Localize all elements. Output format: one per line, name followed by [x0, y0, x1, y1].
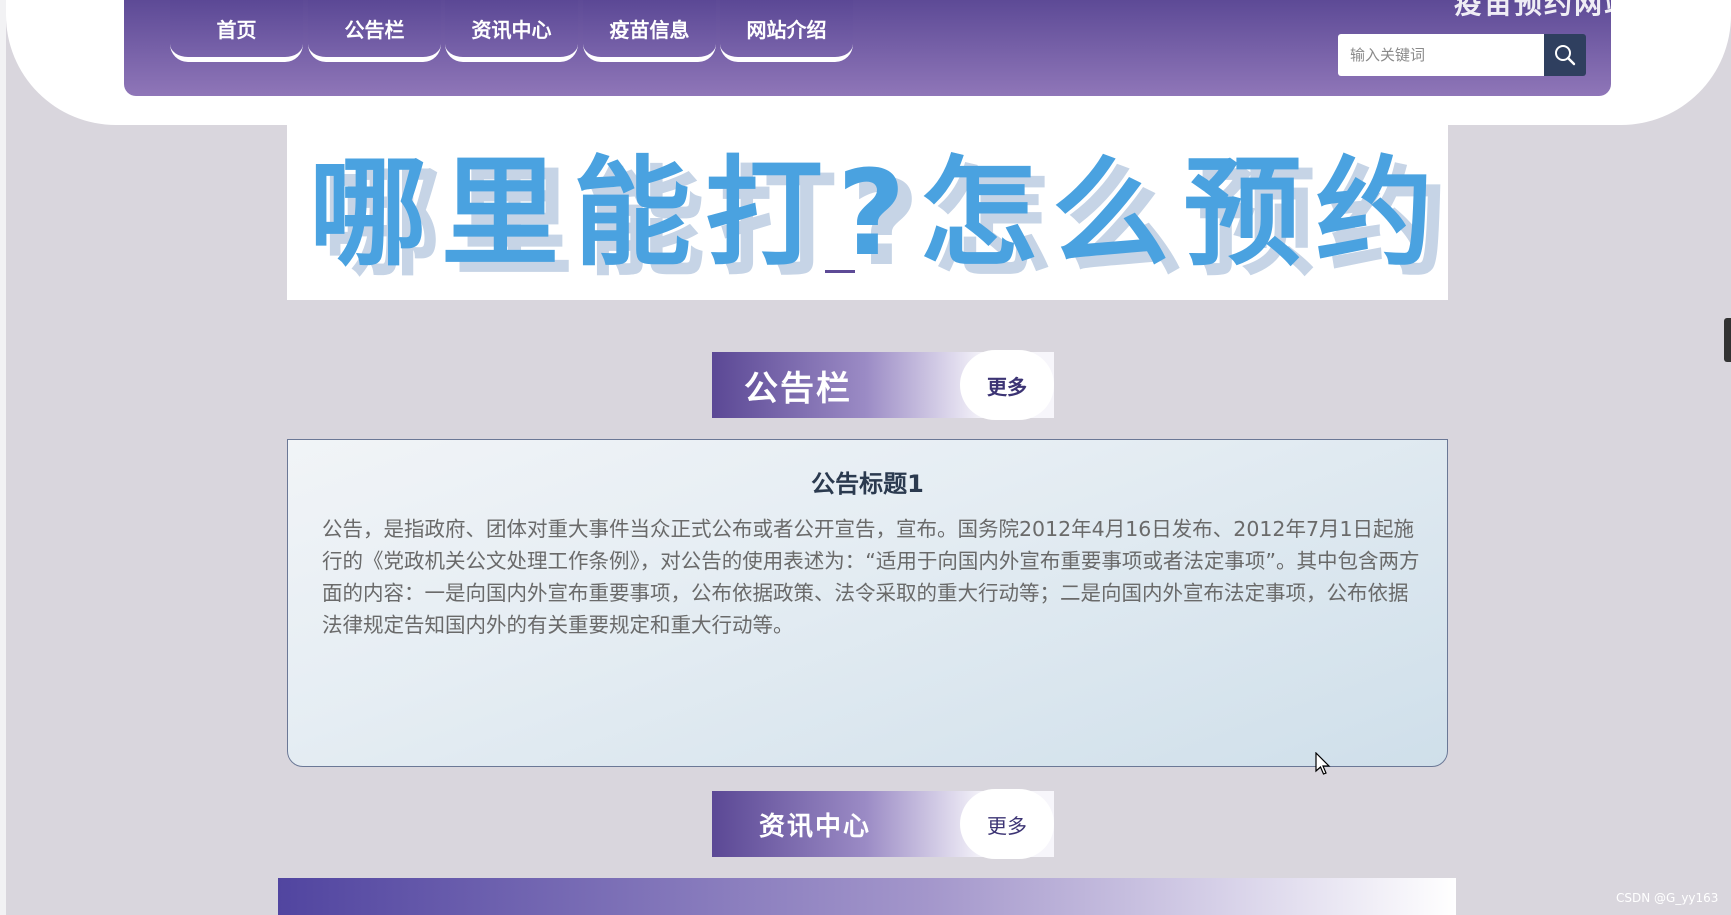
nav-news[interactable]: 资讯中心 [445, 0, 578, 62]
top-header: 疫苗预约网站 首页 公告栏 资讯中心 疫苗信息 网站介绍 我的 ▼ [124, 0, 1673, 96]
notice-section-title: 公告栏 [744, 368, 852, 409]
news-more-button[interactable]: 更多 [960, 789, 1054, 859]
notice-card[interactable]: 公告标题1 公告，是指政府、团体对重大事件当众正式公布或者公开宣告，宣布。国务院… [287, 439, 1448, 767]
notice-more-button[interactable]: 更多 [960, 350, 1054, 420]
mouse-cursor-icon [1315, 752, 1331, 775]
notice-title: 公告标题1 [811, 470, 924, 498]
news-list-bar [278, 878, 1456, 915]
notice-section-header: 公告栏 更多 [712, 350, 1054, 420]
search-icon [1555, 45, 1576, 66]
window-left-edge [0, 0, 6, 915]
user-menu[interactable]: 我的 ▼ [1635, 38, 1673, 96]
caret-down-icon: ▼ [1665, 61, 1673, 73]
nav-home[interactable]: 首页 [170, 0, 303, 62]
watermark: CSDN @G_yy163 [1616, 891, 1719, 905]
nav-about[interactable]: 网站介绍 [720, 0, 853, 62]
search-button[interactable] [1544, 34, 1586, 76]
news-section-header: 资讯中心 更多 [712, 789, 1054, 859]
banner-carousel[interactable]: 哪里能打?怎么预约? [287, 125, 1448, 300]
banner-text: 哪里能打?怎么预约? [309, 144, 1448, 282]
site-title: 疫苗预约网站 [1454, 0, 1635, 20]
search-input[interactable] [1338, 34, 1544, 76]
scrollbar-thumb[interactable] [1724, 318, 1731, 362]
notice-body: 公告，是指政府、团体对重大事件当众正式公布或者公开宣告，宣布。国务院2012年4… [322, 517, 1420, 637]
nav-notice[interactable]: 公告栏 [308, 0, 441, 62]
nav-vaccine-info[interactable]: 疫苗信息 [583, 0, 716, 62]
news-section-title: 资讯中心 [759, 811, 872, 842]
carousel-indicator[interactable] [825, 270, 855, 273]
user-menu-label: 我的 [1635, 42, 1655, 95]
